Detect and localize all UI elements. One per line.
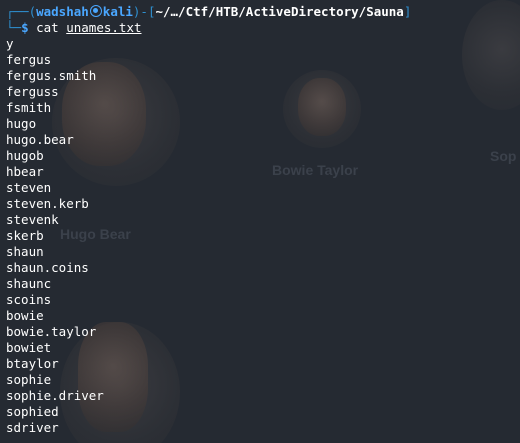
output-line: sophie.driver	[6, 388, 104, 403]
prompt-frame-mid: )-[	[132, 4, 156, 19]
output-line: hugo	[6, 116, 37, 131]
output-line: sophied	[6, 404, 59, 419]
output-line: y	[6, 36, 14, 51]
output-line: bowie.taylor	[6, 324, 97, 339]
prompt-command-line: └─$ cat unames.txt	[6, 20, 520, 36]
output-line: skerb	[6, 228, 44, 243]
prompt-host: kali	[102, 4, 133, 19]
output-line: fsmith	[6, 100, 52, 115]
prompt-frame-right: ]	[403, 4, 412, 19]
output-line: fergus.smith	[6, 68, 97, 83]
command-output: y fergus fergus.smith ferguss fsmith hugo hugo…	[6, 36, 520, 436]
prompt-header-line: ┌──(wadshah kali)-[~/…/Ctf/HTB/ActiveDire…	[6, 4, 520, 20]
prompt-path: ~/…/Ctf/HTB/ActiveDirectory/Sauna	[155, 4, 404, 19]
output-line: shaun.coins	[6, 260, 89, 275]
output-line: stevenk	[6, 212, 59, 227]
output-line: bowiet	[6, 340, 52, 355]
output-line: hbear	[6, 164, 44, 179]
kali-skull-icon	[89, 5, 102, 17]
prompt-frame-lower: └─	[6, 20, 22, 35]
output-line: hugo.bear	[6, 132, 74, 147]
prompt-user: wadshah	[36, 4, 89, 19]
output-line: hugob	[6, 148, 44, 163]
terminal-window[interactable]: ┌──(wadshah kali)-[~/…/Ctf/HTB/ActiveDire…	[0, 0, 520, 443]
command-argument-file[interactable]: unames.txt	[66, 20, 141, 35]
output-line: shaunc	[6, 276, 52, 291]
output-line: sdriver	[6, 420, 59, 435]
output-line: bowie	[6, 308, 44, 323]
output-line: steven	[6, 180, 52, 195]
output-line: fergus	[6, 52, 52, 67]
output-line: ferguss	[6, 84, 59, 99]
output-line: scoins	[6, 292, 52, 307]
output-line: shaun	[6, 244, 44, 259]
prompt-frame-left: ┌──(	[6, 4, 37, 19]
command-name: cat	[36, 20, 59, 35]
output-line: btaylor	[6, 356, 59, 371]
output-line: steven.kerb	[6, 196, 89, 211]
prompt-dollar: $	[21, 20, 29, 35]
output-line: sophie	[6, 372, 52, 387]
